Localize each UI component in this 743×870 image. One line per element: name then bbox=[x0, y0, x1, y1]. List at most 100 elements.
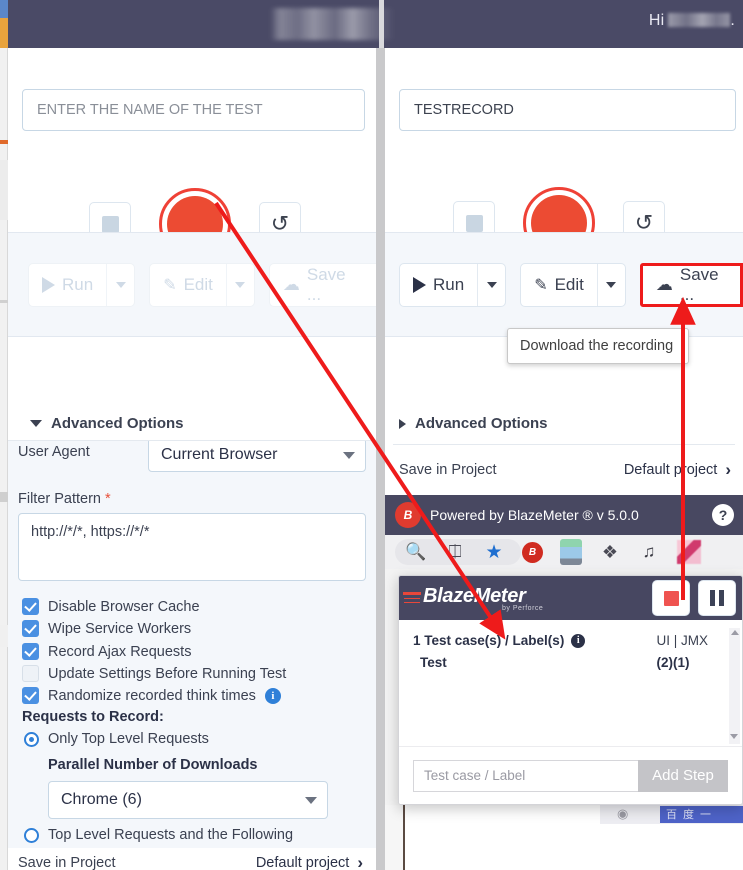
checkbox-row-wipe-service-workers[interactable]: Wipe Service Workers bbox=[22, 620, 191, 637]
left-save-button-group[interactable]: ☁ Save ... bbox=[268, 262, 376, 307]
required-asterisk: * bbox=[105, 491, 111, 507]
parallel-downloads-select[interactable]: Chrome (6) bbox=[48, 781, 328, 819]
add-step-label: Add Step bbox=[652, 767, 714, 784]
pencil-icon: ✎ bbox=[534, 276, 548, 294]
right-run-label: Run bbox=[433, 274, 465, 294]
header-divider-notch bbox=[379, 0, 384, 48]
filter-pattern-label: Filter Pattern * bbox=[18, 491, 111, 507]
cloud-download-icon: ☁ bbox=[282, 274, 300, 294]
left-run-button-group[interactable]: Run bbox=[28, 262, 136, 307]
pink-extension-icon[interactable] bbox=[677, 540, 701, 564]
radio-row-top-level-and-following[interactable]: Top Level Requests and the Following bbox=[24, 827, 293, 843]
right-advanced-options-label: Advanced Options bbox=[415, 415, 548, 432]
checkbox-icon[interactable] bbox=[22, 687, 39, 704]
bookmark-star-icon[interactable]: ★ bbox=[483, 541, 505, 563]
radio-row-only-top-level[interactable]: Only Top Level Requests bbox=[24, 731, 209, 747]
help-icon[interactable]: ? bbox=[712, 504, 734, 526]
panel-divider bbox=[376, 0, 385, 870]
left-save-in-project-row[interactable]: Save in Project Default project › bbox=[18, 853, 363, 870]
right-edit-label: Edit bbox=[554, 274, 584, 294]
checkbox-label: Wipe Service Workers bbox=[48, 620, 192, 637]
popup-scrollbar[interactable] bbox=[729, 628, 740, 744]
zoom-out-icon[interactable]: 🔍 bbox=[405, 541, 427, 563]
stop-icon bbox=[465, 214, 483, 232]
right-test-name-input[interactable]: TESTRECORD bbox=[399, 89, 736, 131]
left-advanced-options-label: Advanced Options bbox=[51, 415, 184, 432]
app-header: Hi. bbox=[8, 0, 743, 48]
checkbox-row-update-settings[interactable]: Update Settings Before Running Test bbox=[22, 665, 286, 682]
scroll-down-icon[interactable] bbox=[730, 734, 738, 739]
chevron-down-icon bbox=[606, 281, 617, 288]
left-advanced-options-body: User Agent Current Browser Filter Patter… bbox=[8, 440, 376, 848]
chevron-right-icon: › bbox=[725, 460, 731, 479]
search-submit-button[interactable]: 百度一 bbox=[660, 806, 743, 823]
right-save-in-project-value-wrap[interactable]: Default project › bbox=[624, 460, 731, 480]
chevron-down-icon bbox=[486, 281, 497, 288]
right-save-button-group[interactable]: ☁ Save ... bbox=[639, 262, 743, 307]
left-save-button[interactable]: ☁ Save ... bbox=[270, 264, 376, 306]
left-edit-label: Edit bbox=[183, 274, 213, 294]
checkbox-icon[interactable] bbox=[22, 598, 39, 615]
puzzle-extension-icon[interactable]: ❖ bbox=[599, 541, 621, 563]
filter-pattern-text: Filter Pattern bbox=[18, 491, 101, 507]
right-run-dropdown[interactable] bbox=[477, 263, 505, 306]
right-save-in-project-row[interactable]: Save in Project Default project › bbox=[399, 460, 731, 480]
radio-icon[interactable] bbox=[24, 827, 39, 843]
left-save-label: Save ... bbox=[306, 264, 346, 304]
left-edit-button[interactable]: ✎ Edit bbox=[150, 264, 226, 306]
checkbox-icon[interactable] bbox=[22, 643, 39, 660]
checkbox-icon[interactable] bbox=[22, 665, 39, 682]
info-icon[interactable]: i bbox=[264, 687, 281, 704]
playlist-icon[interactable]: ♫ bbox=[638, 541, 660, 563]
chevron-down-icon bbox=[115, 281, 126, 288]
left-advanced-options-toggle[interactable]: Advanced Options bbox=[30, 415, 184, 432]
user-agent-select[interactable]: Current Browser bbox=[148, 441, 366, 472]
test-case-label-input[interactable]: Test case / Label bbox=[413, 759, 638, 792]
right-save-button[interactable]: ☁ Save ... bbox=[643, 265, 740, 304]
save-button-tooltip: Download the recording bbox=[507, 328, 689, 364]
chevron-down-icon bbox=[305, 796, 317, 804]
chevron-right-icon: › bbox=[357, 853, 363, 870]
radio-icon[interactable] bbox=[24, 731, 39, 747]
blazemeter-byline: by Perforce bbox=[502, 605, 544, 612]
add-step-button[interactable]: Add Step bbox=[638, 759, 728, 792]
extension-block-icon[interactable] bbox=[560, 539, 582, 565]
left-test-name-input[interactable]: ENTER THE NAME OF THE TEST bbox=[22, 89, 365, 131]
left-edit-dropdown[interactable] bbox=[225, 263, 254, 306]
right-run-button-group[interactable]: Run bbox=[399, 262, 507, 307]
filter-pattern-value: http://*/*, https://*/* bbox=[31, 524, 150, 540]
right-action-bar: Run ✎ Edit ☁ Save ... bbox=[385, 232, 743, 337]
left-action-bar: Run ✎ Edit ☁ Save ... bbox=[8, 232, 376, 337]
left-run-dropdown[interactable] bbox=[106, 263, 134, 306]
share-icon[interactable]: ⎅ bbox=[444, 541, 466, 563]
user-greeting: Hi. bbox=[648, 12, 735, 29]
blazemeter-footer-text: Powered by BlazeMeter ® v 5.0.0 bbox=[430, 507, 639, 523]
right-edit-button[interactable]: ✎ Edit bbox=[521, 264, 597, 306]
blazemeter-swoosh-icon bbox=[403, 592, 421, 595]
left-run-button[interactable]: Run bbox=[29, 264, 106, 306]
test-case-label-placeholder: Test case / Label bbox=[424, 768, 526, 783]
right-edit-dropdown[interactable] bbox=[596, 263, 625, 306]
header-title-redacted bbox=[270, 8, 395, 40]
tooltip-text: Download the recording bbox=[520, 338, 674, 354]
blazemeter-extension-icon[interactable]: B bbox=[522, 541, 543, 563]
popup-pause-button[interactable] bbox=[698, 580, 736, 616]
left-run-label: Run bbox=[62, 274, 94, 294]
divider bbox=[393, 444, 735, 445]
checkbox-icon[interactable] bbox=[22, 620, 39, 637]
right-run-button[interactable]: Run bbox=[400, 264, 477, 306]
test-case-summary: 1 Test case(s) / Label(s) bbox=[413, 633, 565, 648]
scroll-up-icon[interactable] bbox=[730, 630, 739, 635]
right-edit-button-group[interactable]: ✎ Edit bbox=[520, 262, 626, 307]
checkbox-row-record-ajax-requests[interactable]: Record Ajax Requests bbox=[22, 643, 191, 660]
checkbox-row-disable-browser-cache[interactable]: Disable Browser Cache bbox=[22, 598, 200, 615]
checkbox-row-randomize-think-times[interactable]: Randomize recorded think times i bbox=[22, 687, 281, 704]
popup-stop-button[interactable] bbox=[652, 580, 690, 616]
filter-pattern-textarea[interactable]: http://*/*, https://*/* bbox=[18, 513, 366, 581]
left-save-in-project-value-wrap[interactable]: Default project › bbox=[256, 853, 363, 870]
info-icon[interactable]: i bbox=[571, 633, 586, 648]
left-edit-button-group[interactable]: ✎ Edit bbox=[149, 262, 255, 307]
recording-popup: BlazeMeter by Perforce 1 Test case(s) / … bbox=[398, 575, 743, 805]
play-icon bbox=[413, 276, 426, 293]
right-advanced-options-toggle[interactable]: Advanced Options bbox=[399, 415, 548, 432]
